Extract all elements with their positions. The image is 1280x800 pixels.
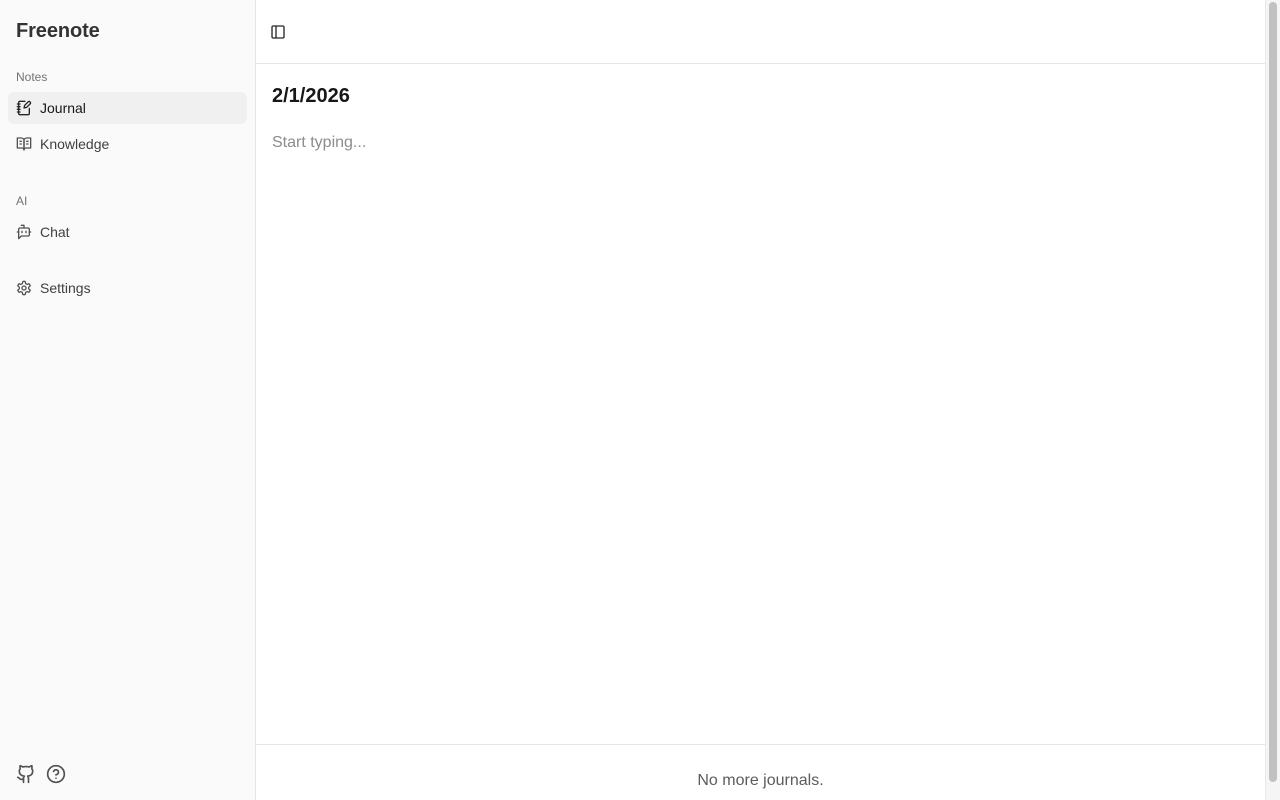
sidebar-item-label: Settings (40, 280, 91, 296)
sidebar-item-knowledge[interactable]: Knowledge (8, 128, 247, 160)
sidebar-group-notes-label: Notes (16, 70, 48, 84)
sidebar: Freenote Notes Journal Knowledge AI Chat… (0, 0, 256, 800)
divider (256, 744, 1265, 745)
main-panel: 2/1/2026 No more journals. (256, 0, 1265, 800)
journal-date-title: 2/1/2026 (272, 85, 350, 107)
sidebar-item-settings[interactable]: Settings (8, 272, 247, 304)
page-scrollbar[interactable] (1265, 0, 1280, 800)
journal-editor[interactable] (272, 130, 1242, 156)
sidebar-item-journal[interactable]: Journal (8, 92, 247, 124)
bot-message-icon (16, 224, 32, 240)
app-brand: Freenote (16, 20, 100, 42)
sidebar-item-label: Journal (40, 100, 86, 116)
toggle-sidebar-button[interactable] (266, 20, 290, 44)
scrollbar-thumb[interactable] (1269, 2, 1277, 782)
help-circle-icon[interactable] (46, 764, 66, 784)
github-icon[interactable] (16, 764, 36, 784)
sidebar-footer (16, 764, 66, 784)
top-toolbar (256, 0, 1265, 64)
sidebar-item-chat[interactable]: Chat (8, 216, 247, 248)
book-open-icon (16, 136, 32, 152)
sidebar-item-label: Knowledge (40, 136, 110, 152)
panel-left-icon (270, 24, 286, 40)
gear-icon (16, 280, 32, 296)
sidebar-group-ai-label: AI (16, 194, 28, 208)
no-more-journals-message: No more journals. (697, 772, 824, 789)
notebook-pen-icon (16, 100, 32, 116)
sidebar-item-label: Chat (40, 224, 70, 240)
